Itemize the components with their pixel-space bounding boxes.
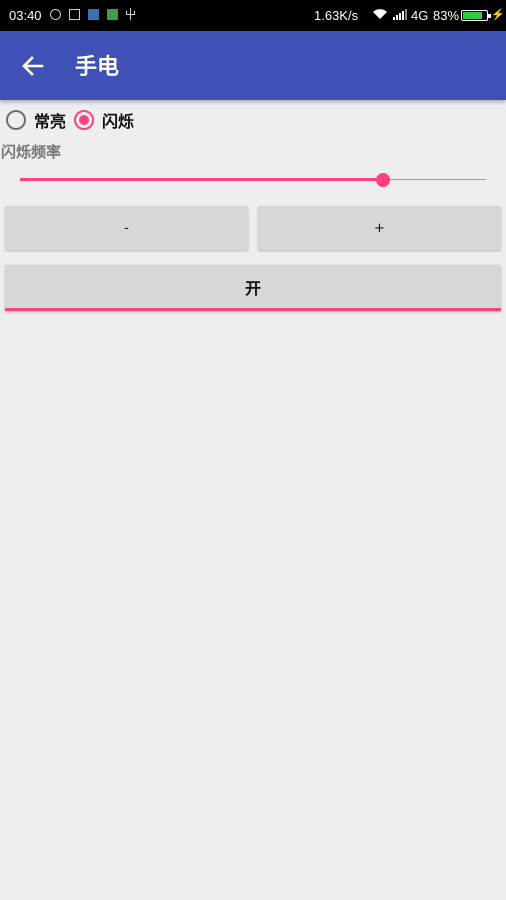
usb-icon <box>126 8 135 20</box>
radio-steady-circle[interactable] <box>6 110 26 130</box>
charging-icon: ⚡ <box>491 9 505 21</box>
slider-active-track <box>20 178 384 181</box>
vpn-icon <box>50 8 61 20</box>
app-bar: 手电 <box>0 31 506 100</box>
decrease-button[interactable]: - <box>5 206 248 250</box>
battery-fill <box>463 12 482 19</box>
slider-thumb[interactable] <box>376 173 391 187</box>
network-speed: 1.63K/s <box>314 8 359 23</box>
status-time: 03:40 <box>9 8 42 23</box>
flashlight-toggle-button[interactable]: 开 <box>5 265 501 311</box>
wifi-icon <box>373 9 387 19</box>
battery-icon <box>461 10 491 21</box>
frequency-label: 闪烁频率 <box>1 143 62 161</box>
radio-flash-label: 闪烁 <box>102 112 135 131</box>
back-button[interactable] <box>18 51 48 81</box>
increase-button[interactable]: + <box>258 206 501 250</box>
network-type: 4G <box>411 8 429 23</box>
signal-icon <box>393 9 407 20</box>
frequency-slider[interactable] <box>20 170 486 190</box>
arrow-left-icon <box>22 56 44 76</box>
page-title: 手电 <box>75 55 120 80</box>
radio-flash-circle[interactable] <box>74 110 95 130</box>
app-icon-green <box>107 8 118 20</box>
battery-percent: 83% <box>433 8 460 23</box>
radio-steady-label: 常亮 <box>34 112 67 131</box>
mode-radio-group: 常亮 闪烁 <box>6 107 142 133</box>
radio-flash[interactable]: 闪烁 <box>74 108 134 132</box>
app-icon <box>88 8 99 20</box>
status-notification-icons <box>50 8 135 20</box>
radio-steady[interactable]: 常亮 <box>6 108 66 132</box>
screenshot-icon <box>69 8 80 20</box>
status-bar: 03:40 1.63K/s 4G 83% ⚡ <box>0 0 506 31</box>
